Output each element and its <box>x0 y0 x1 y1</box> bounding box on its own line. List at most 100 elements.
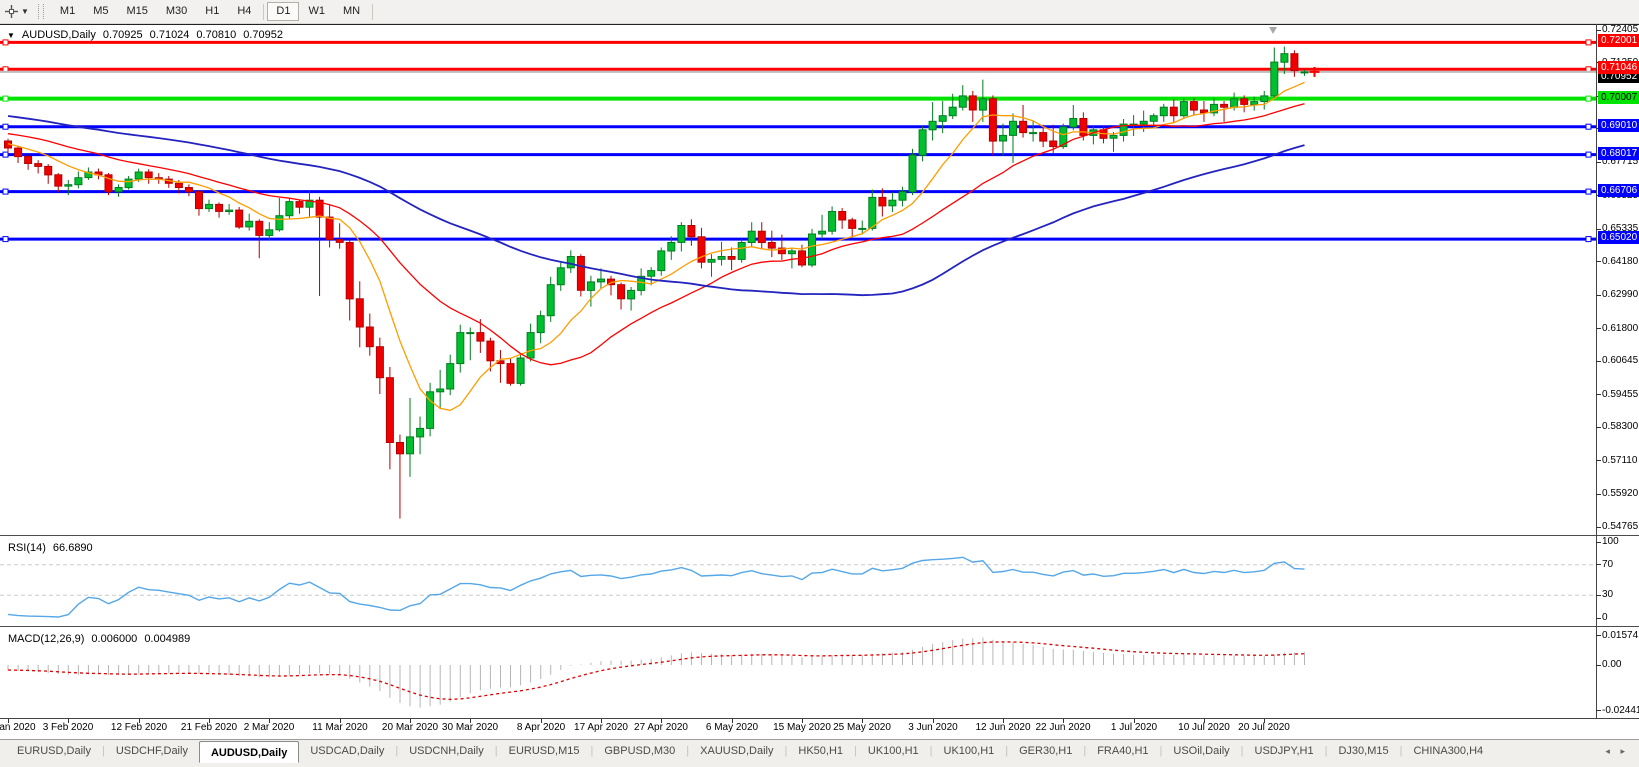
chart-tab-eurusd-m15[interactable]: EURUSD,M15 <box>498 740 591 763</box>
price-level-label[interactable]: 0.69010 <box>1598 119 1639 132</box>
chart-tab-usoil-daily[interactable]: USOil,Daily <box>1162 740 1240 763</box>
chart-tab-audusd-daily[interactable]: AUDUSD,Daily <box>199 741 299 763</box>
price-axis-tickmark <box>1596 30 1601 31</box>
timeframe-button-h4[interactable]: H4 <box>228 2 260 21</box>
price-chart-canvas[interactable] <box>0 25 1596 536</box>
timeframe-button-m5[interactable]: M5 <box>84 2 117 21</box>
rsi-axis-tickmark <box>1596 595 1601 596</box>
chart-tab-ger30-h1[interactable]: GER30,H1 <box>1008 740 1083 763</box>
price-axis-tick: 0.55920 <box>1602 488 1638 500</box>
price-axis-tick: 0.59455 <box>1602 389 1638 401</box>
price-axis-tick: 0.58300 <box>1602 421 1638 433</box>
macd-label: MACD(12,26,9) 0.006000 0.004989 <box>8 633 190 645</box>
rsi-indicator-pane[interactable]: RSI(14) 66.6890 <box>0 539 1639 626</box>
price-axis-tick: 0.54765 <box>1602 521 1638 533</box>
macd-axis-tickmark <box>1596 710 1601 711</box>
price-axis-tickmark <box>1596 229 1601 230</box>
tab-scroll-left-icon[interactable]: ◂ <box>1605 746 1614 756</box>
cursor-tool-dropdown-caret[interactable]: ▼ <box>21 7 29 16</box>
rsi-axis-tick: 100 <box>1602 536 1619 548</box>
price-axis-tick: 0.62990 <box>1602 289 1638 301</box>
time-axis-label: 6 May 2020 <box>694 722 770 733</box>
rsi-line <box>8 557 1305 617</box>
chart-symbol-label: AUDUSD,Daily <box>22 29 96 41</box>
chart-tab-usdjpy-h1[interactable]: USDJPY,H1 <box>1244 740 1325 763</box>
bottom-strip <box>0 763 1639 767</box>
price-axis-tickmark <box>1596 527 1601 528</box>
chart-tab-hk50-h1[interactable]: HK50,H1 <box>787 740 854 763</box>
chart-tab-usdcad-daily[interactable]: USDCAD,Daily <box>299 740 395 763</box>
chart-tab-dj30-m15[interactable]: DJ30,M15 <box>1327 740 1399 763</box>
mt4-terminal-window: ▼ M1M5M15M30H1H4 D1W1MN ▼ AUDUSD,Daily 0.… <box>0 0 1639 767</box>
macd-canvas[interactable] <box>0 630 1596 718</box>
rsi-axis-tickmark <box>1596 564 1601 565</box>
ohlc-high: 0.71024 <box>150 29 190 41</box>
line-anchor[interactable] <box>3 189 8 194</box>
line-anchor[interactable] <box>1586 189 1591 194</box>
time-axis-label: 1 Jul 2020 <box>1096 722 1172 733</box>
price-axis-tick: 0.64180 <box>1602 256 1638 268</box>
price-axis-tickmark <box>1596 361 1601 362</box>
cursor-tool-icon[interactable] <box>4 4 19 19</box>
toolbar-grip[interactable] <box>38 4 44 19</box>
price-level-label[interactable]: 0.65020 <box>1598 231 1639 244</box>
price-chart-pane[interactable]: ▼ AUDUSD,Daily 0.70925 0.71024 0.70810 0… <box>0 24 1639 536</box>
timeframe-button-mn[interactable]: MN <box>334 2 369 21</box>
macd-indicator-pane[interactable]: MACD(12,26,9) 0.006000 0.004989 <box>0 630 1639 718</box>
tab-scroll-arrows: ◂ ▸ <box>1605 746 1629 757</box>
line-anchor[interactable] <box>1586 40 1591 45</box>
macd-axis-tick: 0.00 <box>1602 659 1621 671</box>
chart-shift-marker-icon <box>1269 27 1277 34</box>
line-anchor[interactable] <box>1586 152 1591 157</box>
chart-tab-china300-h4[interactable]: CHINA300,H4 <box>1402 740 1494 763</box>
chart-tab-uk100-h1[interactable]: UK100,H1 <box>857 740 930 763</box>
time-axis-label: 20 Jul 2020 <box>1226 722 1302 733</box>
chart-tabs-bar: EURUSD,Daily|USDCHF,DailyAUDUSD,DailyUSD… <box>0 739 1639 763</box>
chart-tab-eurusd-daily[interactable]: EURUSD,Daily <box>6 740 102 763</box>
symbol-dropdown-icon[interactable]: ▼ <box>7 31 15 40</box>
macd-histogram <box>8 638 1305 708</box>
chart-tab-usdchf-daily[interactable]: USDCHF,Daily <box>105 740 199 763</box>
timeframe-button-m30[interactable]: M30 <box>157 2 196 21</box>
chart-tab-xauusd-daily[interactable]: XAUUSD,Daily <box>689 740 784 763</box>
timeframe-toolbar: ▼ M1M5M15M30H1H4 D1W1MN <box>0 0 1639 24</box>
rsi-canvas[interactable] <box>0 539 1596 626</box>
candles-layer <box>5 47 1309 519</box>
time-axis-label: 3 Feb 2020 <box>30 722 106 733</box>
crosshair-icon <box>4 4 19 19</box>
rsi-label: RSI(14) 66.6890 <box>8 542 93 554</box>
chart-tab-usdcnh-daily[interactable]: USDCNH,Daily <box>398 740 495 763</box>
moving-average-line <box>8 82 1305 410</box>
price-axis-tickmark <box>1596 162 1601 163</box>
price-level-label[interactable]: 0.72001 <box>1598 34 1639 47</box>
time-axis-label: 25 May 2020 <box>824 722 900 733</box>
macd-signal-line <box>8 642 1305 700</box>
line-anchor[interactable] <box>3 96 8 101</box>
timeframe-buttons-group: M1M5M15M30H1H4 D1W1MN <box>51 2 376 21</box>
price-level-label[interactable]: 0.71046 <box>1598 61 1639 74</box>
timeframe-button-d1[interactable]: D1 <box>267 2 299 21</box>
line-anchor[interactable] <box>3 124 8 129</box>
timeframe-button-h1[interactable]: H1 <box>196 2 228 21</box>
chart-tab-gbpusd-m30[interactable]: GBPUSD,M30 <box>593 740 686 763</box>
time-axis-label: 27 Apr 2020 <box>623 722 699 733</box>
timeframe-button-m1[interactable]: M1 <box>51 2 84 21</box>
line-anchor[interactable] <box>1586 124 1591 129</box>
timeframe-button-w1[interactable]: W1 <box>299 2 334 21</box>
price-level-label[interactable]: 0.66706 <box>1598 184 1639 197</box>
line-anchor[interactable] <box>1586 96 1591 101</box>
rsi-axis-tick: 0 <box>1602 612 1608 624</box>
price-level-label[interactable]: 0.68017 <box>1598 147 1639 160</box>
timeframe-button-m15[interactable]: M15 <box>117 2 156 21</box>
macd-axis-tickmark <box>1596 665 1601 666</box>
tab-scroll-right-icon[interactable]: ▸ <box>1620 746 1629 756</box>
chart-tab-fra40-h1[interactable]: FRA40,H1 <box>1086 740 1159 763</box>
line-anchor[interactable] <box>3 152 8 157</box>
chart-tab-uk100-h1[interactable]: UK100,H1 <box>933 740 1006 763</box>
price-level-label[interactable]: 0.70007 <box>1598 91 1639 104</box>
line-anchor[interactable] <box>1586 237 1591 242</box>
line-anchor[interactable] <box>3 237 8 242</box>
time-axis-label: 12 Feb 2020 <box>101 722 177 733</box>
macd-value-main: 0.006000 <box>91 633 137 645</box>
rsi-axis-tick: 30 <box>1602 589 1613 601</box>
